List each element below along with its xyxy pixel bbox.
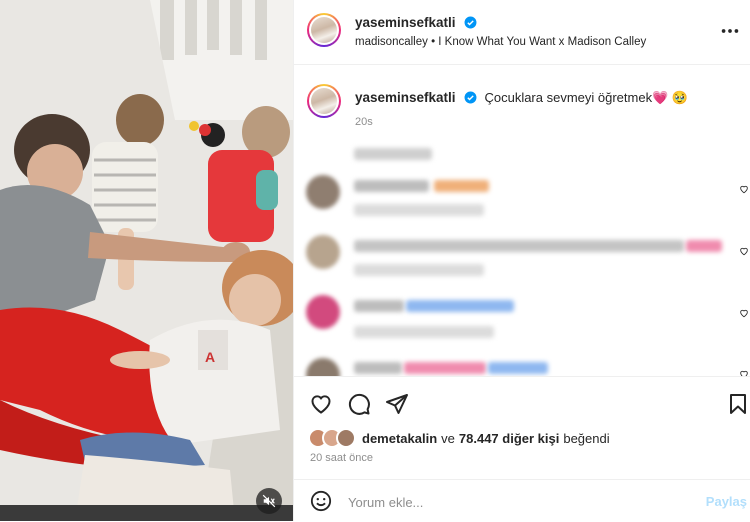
comment-blur (404, 362, 486, 374)
comment-avatar (306, 358, 340, 376)
comment-blur (354, 326, 494, 338)
comment-blur (354, 148, 432, 160)
comment-avatar (306, 235, 340, 269)
header-username[interactable]: yaseminsefkatli (355, 15, 456, 30)
post-panel: yaseminsefkatli madisoncalley • I Know W… (293, 0, 750, 521)
comments-list (294, 140, 750, 376)
action-bar (294, 376, 750, 431)
comment-blur (354, 264, 484, 276)
more-icon[interactable] (719, 20, 741, 42)
caption-time: 20s (355, 116, 373, 128)
avatar[interactable] (307, 13, 341, 47)
likes-suffix: beğendi (563, 430, 610, 446)
comment-blur (354, 240, 684, 252)
comment-heart-icon[interactable] (739, 308, 749, 318)
comment-blur (354, 362, 402, 374)
comment-input[interactable] (346, 488, 690, 516)
post-time[interactable]: 20 saat önce (310, 452, 373, 464)
likes-connector: ve (441, 430, 455, 446)
comment-blur (686, 240, 722, 252)
mute-button[interactable] (256, 488, 282, 514)
comment-blur (406, 300, 514, 312)
verified-icon (464, 16, 477, 29)
comment-blur (488, 362, 548, 374)
audio-track[interactable]: madisoncalley • I Know What You Want x M… (355, 36, 646, 48)
comment-blur (354, 300, 404, 312)
verified-icon (464, 91, 477, 104)
caption: yaseminsefkatli Çocuklara sevmeyi öğretm… (355, 89, 735, 128)
likes-summary: demetakalin ve 78.447 diğer kişi beğendi (308, 428, 610, 448)
post-media[interactable]: A (0, 0, 293, 521)
likes-count[interactable]: 78.447 diğer kişi (459, 431, 559, 446)
caption-text: Çocuklara sevmeyi öğretmek💗 🥹 (484, 90, 689, 105)
comment-blur (434, 180, 489, 192)
emoji-icon[interactable] (310, 490, 332, 512)
heart-icon[interactable] (309, 392, 333, 416)
comment-heart-icon[interactable] (739, 184, 749, 194)
video-frame: A (0, 0, 293, 521)
comment-blur (354, 180, 429, 192)
comment-blur (354, 204, 484, 216)
svg-text:A: A (205, 349, 215, 365)
comment-avatar (306, 295, 340, 329)
post-header: yaseminsefkatli madisoncalley • I Know W… (294, 0, 750, 65)
post-button[interactable]: Paylaş (706, 494, 747, 509)
bookmark-icon[interactable] (726, 392, 750, 416)
mute-icon (262, 494, 276, 508)
comment-avatar (306, 175, 340, 209)
caption-username[interactable]: yaseminsefkatli (355, 90, 456, 105)
comment-heart-icon[interactable] (739, 369, 749, 376)
share-icon[interactable] (385, 392, 409, 416)
liker-avatar (336, 428, 356, 448)
likes-first-user[interactable]: demetakalin (362, 431, 437, 446)
comment-icon[interactable] (347, 392, 371, 416)
caption-avatar[interactable] (307, 84, 341, 118)
comment-box: Paylaş (294, 479, 750, 522)
comment-heart-icon[interactable] (739, 246, 749, 256)
